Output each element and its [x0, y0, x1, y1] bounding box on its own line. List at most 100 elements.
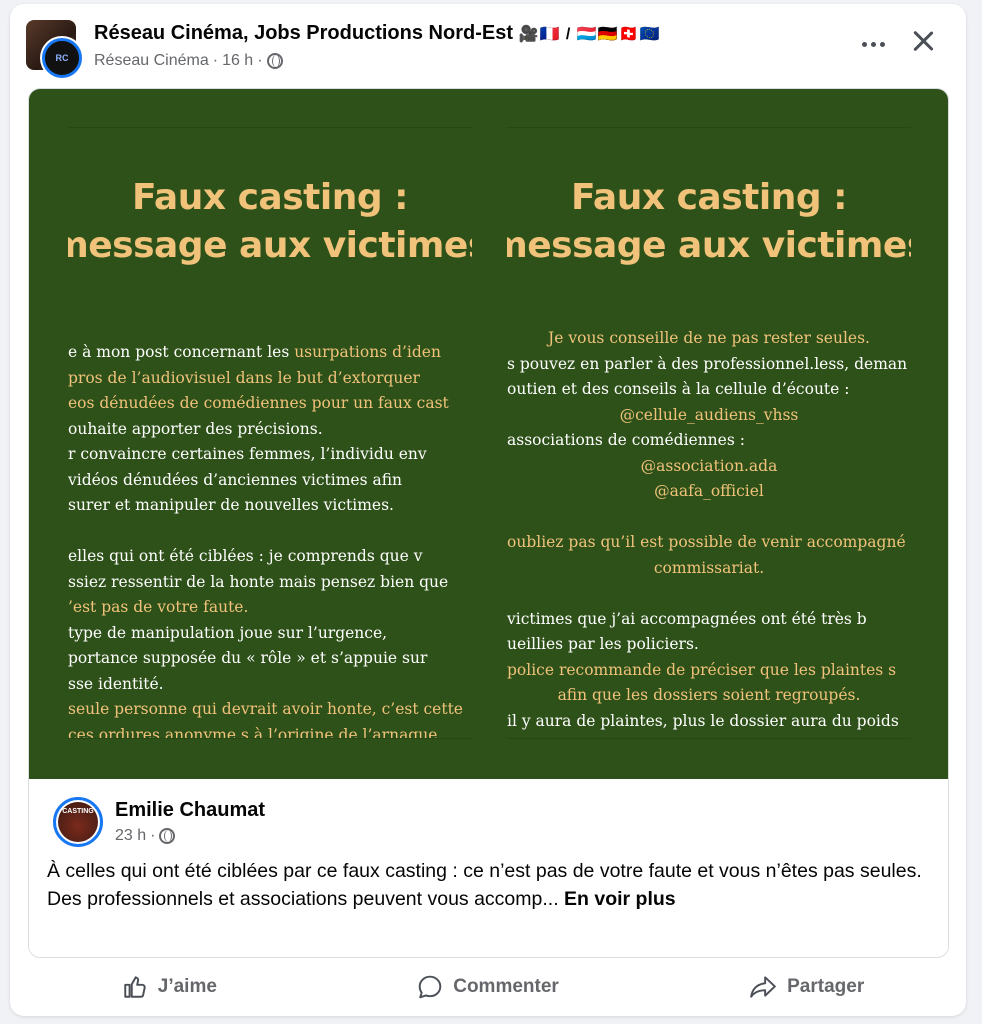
- globe-icon[interactable]: [266, 53, 283, 69]
- slide-text-line: il y aura de plaintes, plus le dossier a…: [507, 709, 911, 735]
- slide-title-line1: Faux casting :: [131, 177, 409, 218]
- slide-text: vidéos dénudées d’anciennes victimes afi…: [68, 470, 403, 489]
- slide-title: Faux casting : message aux victimes: [507, 174, 911, 270]
- post-text-truncated: Des professionnels et associations peuve…: [47, 888, 559, 910]
- slide-text-line: r convaincre certaines femmes, l’individ…: [68, 442, 472, 468]
- post-timestamp[interactable]: 16 h: [222, 52, 253, 70]
- slide-text-line: type de manipulation joue sur l’urgence,: [68, 621, 472, 647]
- post-card: RC Réseau Cinéma, Jobs Productions Nord-…: [10, 4, 966, 1016]
- slide-text: outien et des conseils à la cellule d’éc…: [507, 380, 850, 398]
- slide-text: victimes que j’ai accompagnées ont été t…: [507, 609, 867, 628]
- author-avatar[interactable]: CASTING: [53, 797, 103, 847]
- comment-icon: [418, 975, 442, 999]
- slide-left[interactable]: Faux casting : message aux victimes e à …: [68, 127, 472, 739]
- highlighted-text: @association.ada: [640, 456, 778, 475]
- slide-text-line: ’est pas de votre faute.: [68, 595, 472, 621]
- slide-text: ous y encourage donc vivement.: [507, 737, 760, 738]
- slide-text-line: afin que les dossiers soient regroupés.: [507, 683, 911, 709]
- see-more-link[interactable]: En voir plus: [564, 888, 676, 910]
- slide-text-line: portance supposée du « rôle » et s’appui…: [68, 646, 472, 672]
- slide-text-line: s pouvez en parler à des professionnel.l…: [507, 352, 911, 378]
- highlighted-text: police recommande de préciser que les pl…: [507, 660, 897, 679]
- slide-body: e à mon post concernant les usurpations …: [68, 340, 472, 739]
- slide-text-line: ueillies par les policiers.: [507, 632, 911, 658]
- group-avatar[interactable]: RC: [26, 20, 82, 78]
- author-meta: 23 h ·: [115, 827, 176, 845]
- shared-post[interactable]: Faux casting : message aux victimes e à …: [28, 88, 949, 958]
- group-emojis: 🎥🇫🇷 / 🇱🇺🇩🇪🇨🇭🇪🇺: [518, 26, 661, 43]
- page-name-link[interactable]: Réseau Cinéma: [94, 52, 209, 70]
- group-name-link[interactable]: Réseau Cinéma, Jobs Productions Nord-Est…: [94, 22, 660, 45]
- slide-text-line: police recommande de préciser que les pl…: [507, 658, 911, 684]
- post-image-carousel[interactable]: Faux casting : message aux victimes e à …: [29, 89, 948, 779]
- slide-text-line: [507, 505, 911, 531]
- slide-text: e à mon post concernant les: [68, 343, 295, 361]
- slide-text: type de manipulation joue sur l’urgence,: [68, 623, 388, 642]
- slide-text-line: @association.ada: [507, 454, 911, 480]
- slide-text: s pouvez en parler à des professionnel.l…: [507, 354, 908, 373]
- highlighted-text: afin que les dossiers soient regroupés.: [557, 686, 861, 704]
- highlighted-text: commissariat.: [653, 558, 765, 577]
- share-label: Partager: [787, 976, 865, 997]
- slide-text-line: outien et des conseils à la cellule d’éc…: [507, 377, 911, 403]
- slide-text-line: @cellule_audiens_vhss: [507, 403, 911, 429]
- group-name[interactable]: Réseau Cinéma, Jobs Productions Nord-Est: [94, 22, 513, 44]
- close-icon[interactable]: [910, 28, 936, 54]
- highlighted-text: ’est pas de votre faute.: [68, 598, 249, 616]
- meta-separator: ·: [150, 827, 156, 844]
- slide-text-line: ces ordures anonyme.s à l’origine de l’a…: [68, 723, 472, 739]
- like-button[interactable]: J’aime: [10, 964, 329, 1010]
- slide-text-line: surer et manipuler de nouvelles victimes…: [68, 493, 472, 519]
- slide-text-line: e à mon post concernant les usurpations …: [68, 340, 472, 366]
- slide-text-line: commissariat.: [507, 556, 911, 582]
- highlighted-text: Je vous conseille de ne pas rester seule…: [548, 329, 870, 347]
- highlighted-text: pros de l’audiovisuel dans le but d’exto…: [68, 368, 420, 387]
- post-text: À celles qui ont été ciblées par ce faux…: [47, 857, 927, 913]
- page-avatar[interactable]: RC: [42, 38, 82, 78]
- meta-separator: ·: [212, 52, 219, 69]
- slide-text: ssiez ressentir de la honte mais pensez …: [68, 572, 449, 591]
- post-text-line: À celles qui ont été ciblées par ce faux…: [47, 860, 922, 882]
- slide-text-line: Je vous conseille de ne pas rester seule…: [507, 326, 911, 352]
- dot-icon: [870, 41, 876, 47]
- slide-text-line: eos dénudées de comédiennes pour un faux…: [68, 391, 472, 417]
- slide-text-line: [507, 581, 911, 607]
- share-icon: [750, 976, 776, 998]
- slide-text-line: sse identité.: [68, 672, 472, 698]
- slide-text-line: victimes que j’ai accompagnées ont été t…: [507, 607, 911, 633]
- slide-text: surer et manipuler de nouvelles victimes…: [68, 496, 394, 514]
- comment-button[interactable]: Commenter: [329, 964, 648, 1010]
- more-options-button[interactable]: [858, 32, 888, 56]
- share-button[interactable]: Partager: [647, 964, 966, 1010]
- slide-text-line: @aafa_officiel: [507, 479, 911, 505]
- slide-text: il y aura de plaintes, plus le dossier a…: [507, 711, 899, 730]
- slide-title: Faux casting : message aux victimes: [68, 174, 472, 270]
- slide-text: portance supposée du « rôle » et s’appui…: [68, 649, 428, 667]
- author-avatar-image: CASTING: [58, 802, 98, 842]
- globe-icon[interactable]: [159, 828, 176, 844]
- slide-text-line: ouhaite apporter des précisions.: [68, 417, 472, 443]
- slide-title-line1: Faux casting :: [570, 177, 848, 218]
- slide-title-line2: message aux victimes: [507, 225, 911, 266]
- author-timestamp[interactable]: 23 h: [115, 827, 146, 845]
- slide-text: ouhaite apporter des précisions.: [68, 419, 323, 438]
- slide-text-line: associations de comédiennes :: [507, 428, 911, 454]
- slide-text: associations de comédiennes :: [507, 431, 745, 449]
- highlighted-text: oubliez pas qu’il est possible de venir …: [507, 533, 906, 551]
- avatar-caption: CASTING: [62, 808, 94, 815]
- highlighted-text: ces ordures anonyme.s à l’origine de l’a…: [68, 725, 443, 739]
- slide-text: r convaincre certaines femmes, l’individ…: [68, 445, 427, 463]
- dot-icon: [861, 41, 867, 47]
- author-name[interactable]: Emilie Chaumat: [115, 799, 265, 822]
- slide-text: elles qui ont été ciblées : je comprends…: [68, 547, 423, 565]
- like-label: J’aime: [157, 976, 217, 997]
- slide-text-line: oubliez pas qu’il est possible de venir …: [507, 530, 911, 556]
- slide-right[interactable]: Faux casting : message aux victimes Je v…: [507, 127, 911, 739]
- slide-text: sse identité.: [68, 674, 164, 693]
- slide-text-line: vidéos dénudées d’anciennes victimes afi…: [68, 468, 472, 494]
- post-text-line: Des professionnels et associations peuve…: [47, 885, 927, 913]
- action-bar: J’aime Commenter Partager: [10, 964, 966, 1010]
- comment-label: Commenter: [453, 976, 559, 997]
- slide-body: Je vous conseille de ne pas rester seule…: [507, 326, 911, 738]
- slide-text-line: elles qui ont été ciblées : je comprends…: [68, 544, 472, 570]
